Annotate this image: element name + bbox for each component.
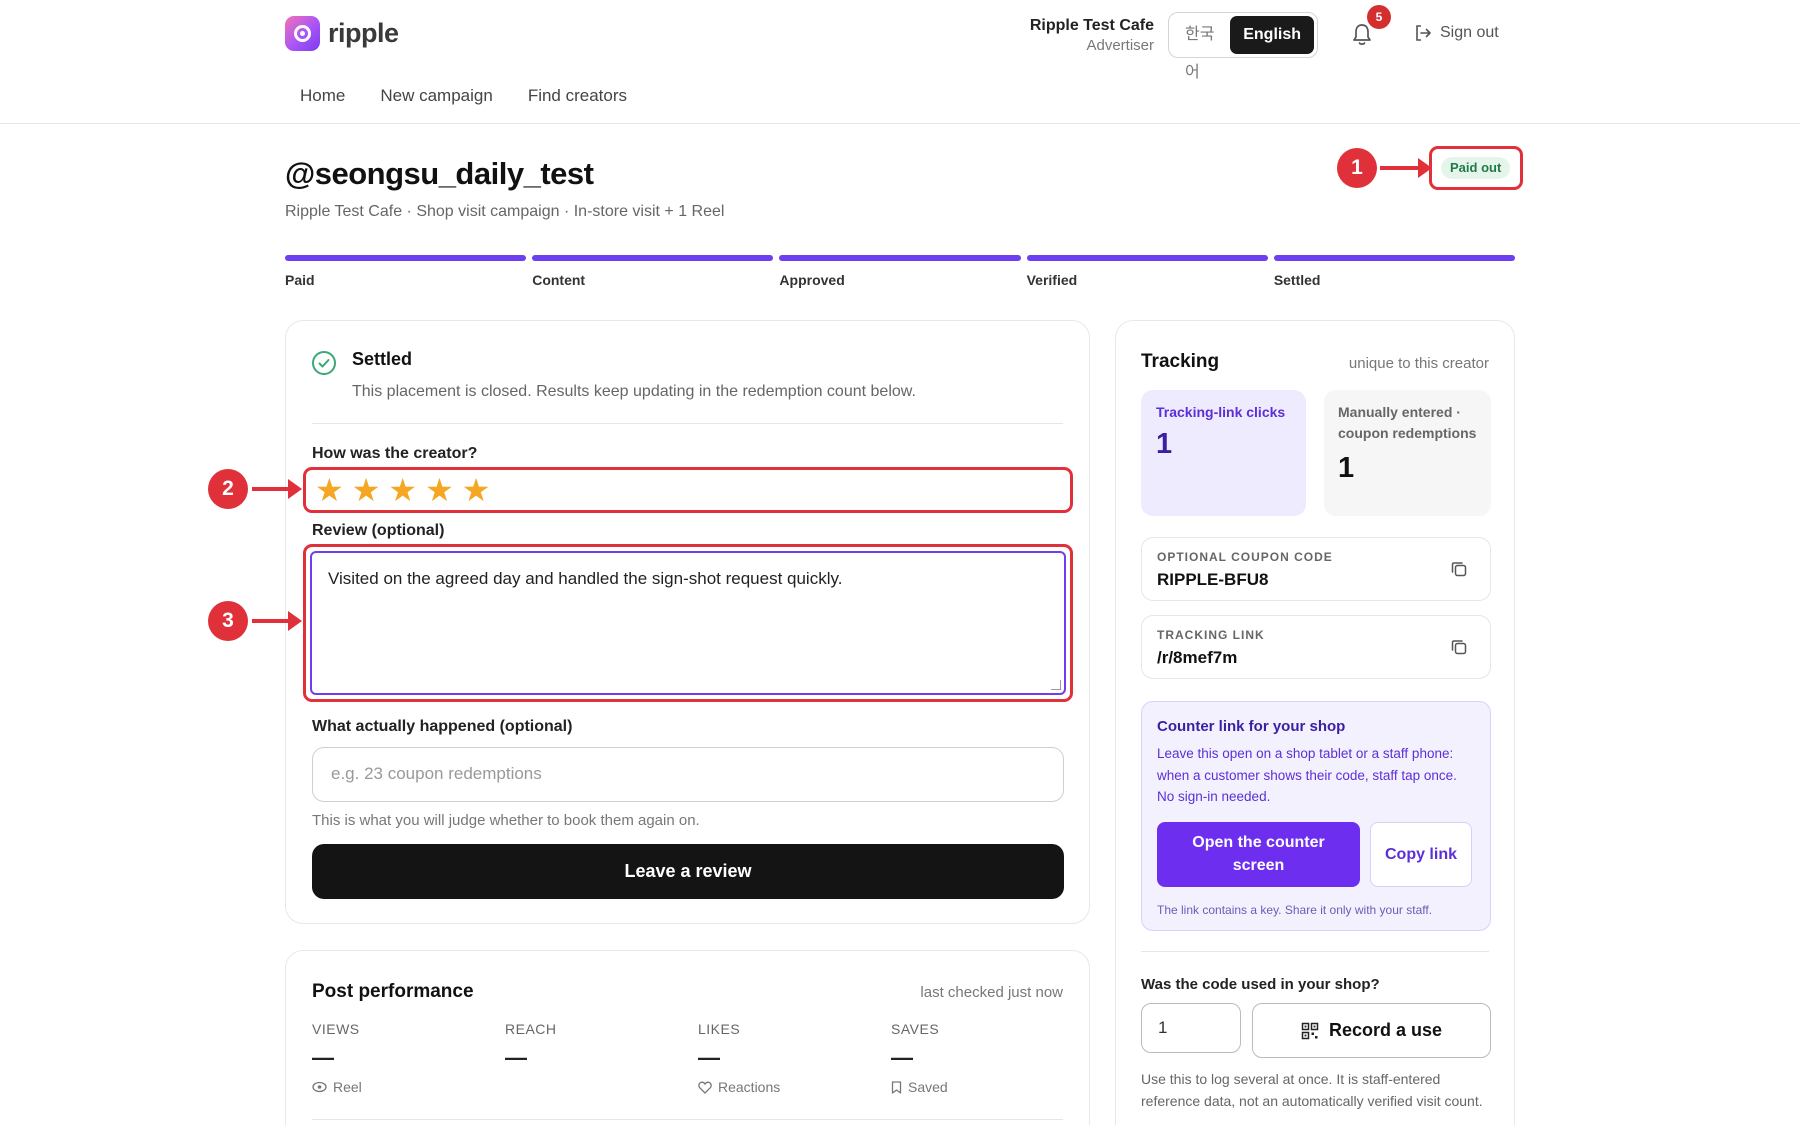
progress-step-paid: Paid bbox=[285, 255, 527, 288]
page-subtitle: Ripple Test Cafe · Shop visit campaign ·… bbox=[285, 203, 725, 220]
happened-input[interactable]: e.g. 23 coupon redemptions bbox=[312, 747, 1064, 802]
progress-step-approved: Approved bbox=[779, 255, 1021, 288]
divider bbox=[1141, 951, 1489, 952]
code-used-question: Was the code used in your shop? bbox=[1141, 976, 1380, 993]
annotation-arrow-2 bbox=[252, 479, 302, 499]
review-text: Visited on the agreed day and handled th… bbox=[328, 569, 843, 588]
record-use-button[interactable]: Record a use bbox=[1252, 1003, 1491, 1058]
brand-logo[interactable]: ripple bbox=[285, 16, 399, 51]
language-korean[interactable]: 한국어 bbox=[1172, 16, 1230, 81]
performance-title: Post performance bbox=[312, 981, 474, 1002]
progress-step-content: Content bbox=[532, 255, 774, 288]
record-note: Use this to log several at once. It is s… bbox=[1141, 1071, 1483, 1109]
settled-title: Settled bbox=[352, 349, 413, 369]
performance-last-checked: last checked just now bbox=[920, 984, 1063, 1001]
annotation-marker-2: 2 bbox=[208, 469, 248, 509]
review-textarea-highlight: Visited on the agreed day and handled th… bbox=[303, 544, 1073, 702]
annotation-marker-3: 3 bbox=[208, 601, 248, 641]
progress-tracker: Paid Content Approved Verified Settled bbox=[285, 255, 1516, 288]
post-performance-card: Post performance last checked just now V… bbox=[285, 950, 1090, 1125]
leave-review-button[interactable]: Leave a review bbox=[312, 844, 1064, 899]
star-5-icon[interactable]: ★ bbox=[462, 474, 491, 506]
check-circle-icon bbox=[312, 351, 336, 375]
copy-icon[interactable] bbox=[1450, 560, 1468, 578]
account-name: Ripple Test Cafe bbox=[1029, 17, 1154, 34]
settled-description: This placement is closed. Results keep u… bbox=[352, 383, 916, 400]
progress-step-verified: Verified bbox=[1026, 255, 1268, 288]
qr-code-icon bbox=[1301, 1022, 1319, 1039]
coupon-code: RIPPLE-BFU8 bbox=[1157, 570, 1269, 589]
top-header: ripple Ripple Test Cafe Advertiser 한국어 E… bbox=[0, 0, 1800, 124]
review-card: Settled This placement is closed. Result… bbox=[285, 320, 1090, 924]
counter-title: Counter link for your shop bbox=[1157, 718, 1346, 735]
page-title: @seongsu_daily_test bbox=[285, 156, 594, 191]
counter-description: Leave this open on a shop tablet or a st… bbox=[1157, 746, 1457, 805]
manual-redemptions-stat: Manually entered · coupon redemptions 1 bbox=[1324, 390, 1491, 516]
metric-likes: LIKES — Reactions bbox=[698, 1021, 781, 1095]
performance-metrics: VIEWS — Reel REACH — LIKES — Reactions S… bbox=[312, 1021, 1084, 1095]
tracking-link-box: TRACKING LINK /r/8mef7m bbox=[1141, 615, 1491, 679]
record-use-label: Record a use bbox=[1328, 1020, 1443, 1040]
progress-step-settled: Settled bbox=[1273, 255, 1516, 288]
language-switcher: 한국어 English bbox=[1168, 12, 1318, 81]
happened-label: What actually happened (optional) bbox=[312, 718, 573, 735]
star-1-icon[interactable]: ★ bbox=[315, 474, 344, 506]
annotation-arrow-3 bbox=[252, 611, 302, 631]
heart-icon bbox=[698, 1081, 712, 1094]
counter-note: The link contains a key. Share it only w… bbox=[1157, 903, 1433, 917]
main-nav: Home New campaign Find creators bbox=[300, 86, 627, 106]
review-textarea[interactable]: Visited on the agreed day and handled th… bbox=[310, 551, 1066, 695]
star-rating: ★ ★ ★ ★ ★ bbox=[303, 467, 1073, 513]
tracking-card: Tracking unique to this creator Tracking… bbox=[1115, 320, 1515, 1125]
coupon-code-box: OPTIONAL COUPON CODE RIPPLE-BFU8 bbox=[1141, 537, 1491, 601]
counter-link-panel: Counter link for your shop Leave this op… bbox=[1141, 701, 1491, 931]
notification-badge: 5 bbox=[1367, 5, 1391, 29]
copy-icon[interactable] bbox=[1450, 638, 1468, 656]
sign-out-icon bbox=[1416, 25, 1431, 41]
nav-find-creators[interactable]: Find creators bbox=[528, 86, 627, 106]
bookmark-icon bbox=[891, 1080, 902, 1094]
star-4-icon[interactable]: ★ bbox=[425, 474, 454, 506]
divider bbox=[312, 423, 1063, 424]
annotation-arrow-1 bbox=[1380, 158, 1432, 178]
open-counter-screen-button[interactable]: Open the counter screen bbox=[1157, 822, 1360, 887]
review-label: Review (optional) bbox=[312, 522, 445, 539]
metric-saves: SAVES — Saved bbox=[891, 1021, 948, 1095]
star-2-icon[interactable]: ★ bbox=[352, 474, 381, 506]
eye-icon bbox=[312, 1081, 327, 1093]
brand-name: ripple bbox=[328, 18, 399, 48]
sign-out-label: Sign out bbox=[1440, 24, 1499, 41]
divider bbox=[312, 1119, 1063, 1120]
settled-banner: Settled This placement is closed. Result… bbox=[312, 349, 916, 401]
quantity-input[interactable]: 1 bbox=[1141, 1003, 1241, 1053]
star-3-icon[interactable]: ★ bbox=[388, 474, 417, 506]
account-role: Advertiser bbox=[1086, 37, 1154, 54]
tracking-title: Tracking bbox=[1141, 351, 1220, 372]
status-badge: Paid out bbox=[1441, 157, 1511, 179]
nav-new-campaign[interactable]: New campaign bbox=[380, 86, 492, 106]
rating-label: How was the creator? bbox=[312, 445, 478, 462]
ripple-logo-icon bbox=[285, 16, 320, 51]
tracking-clicks-stat: Tracking-link clicks 1 bbox=[1141, 390, 1306, 516]
copy-link-button[interactable]: Copy link bbox=[1370, 822, 1472, 887]
annotation-marker-1: 1 bbox=[1337, 148, 1377, 188]
metric-reach: REACH — bbox=[505, 1021, 557, 1070]
account-info: Ripple Test Cafe Advertiser bbox=[1030, 17, 1154, 54]
tracking-link: /r/8mef7m bbox=[1157, 648, 1238, 667]
nav-home[interactable]: Home bbox=[300, 86, 345, 106]
metric-views: VIEWS — Reel bbox=[312, 1021, 362, 1095]
sign-out-button[interactable]: Sign out bbox=[1414, 24, 1499, 42]
language-english[interactable]: English bbox=[1230, 16, 1314, 54]
resize-handle-icon[interactable] bbox=[1051, 680, 1061, 690]
happened-hint: This is what you will judge whether to b… bbox=[312, 812, 700, 829]
tracking-subtitle: unique to this creator bbox=[1348, 355, 1489, 372]
